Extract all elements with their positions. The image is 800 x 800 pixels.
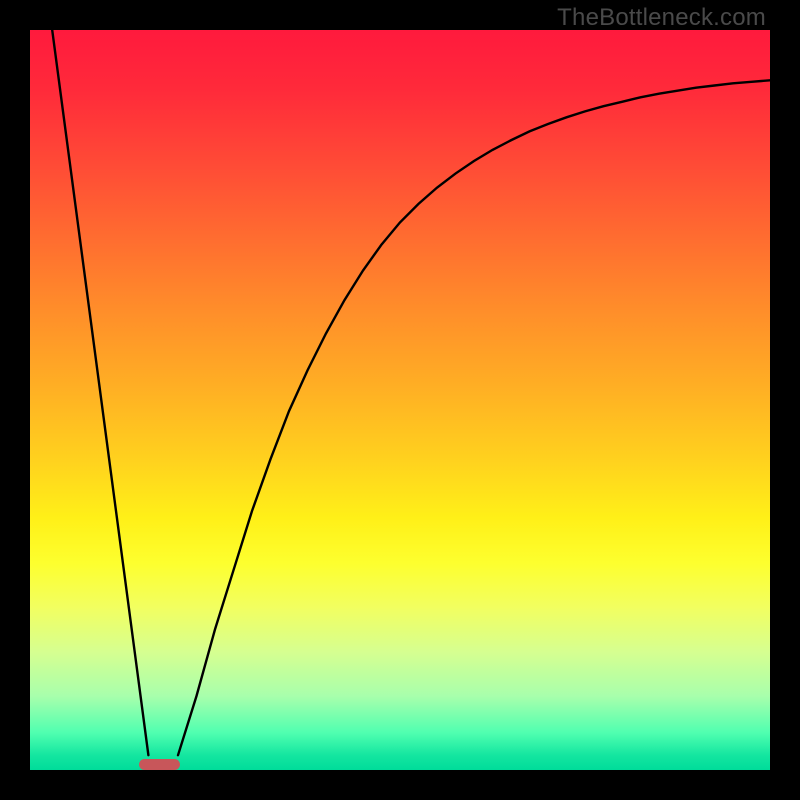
curve-layer <box>30 30 770 770</box>
plot-area <box>30 30 770 770</box>
right-branch-curve <box>178 80 770 755</box>
left-branch-curve <box>52 30 148 755</box>
watermark-text: TheBottleneck.com <box>557 4 766 32</box>
chart-frame: TheBottleneck.com <box>0 0 800 800</box>
optimum-marker <box>139 759 180 770</box>
